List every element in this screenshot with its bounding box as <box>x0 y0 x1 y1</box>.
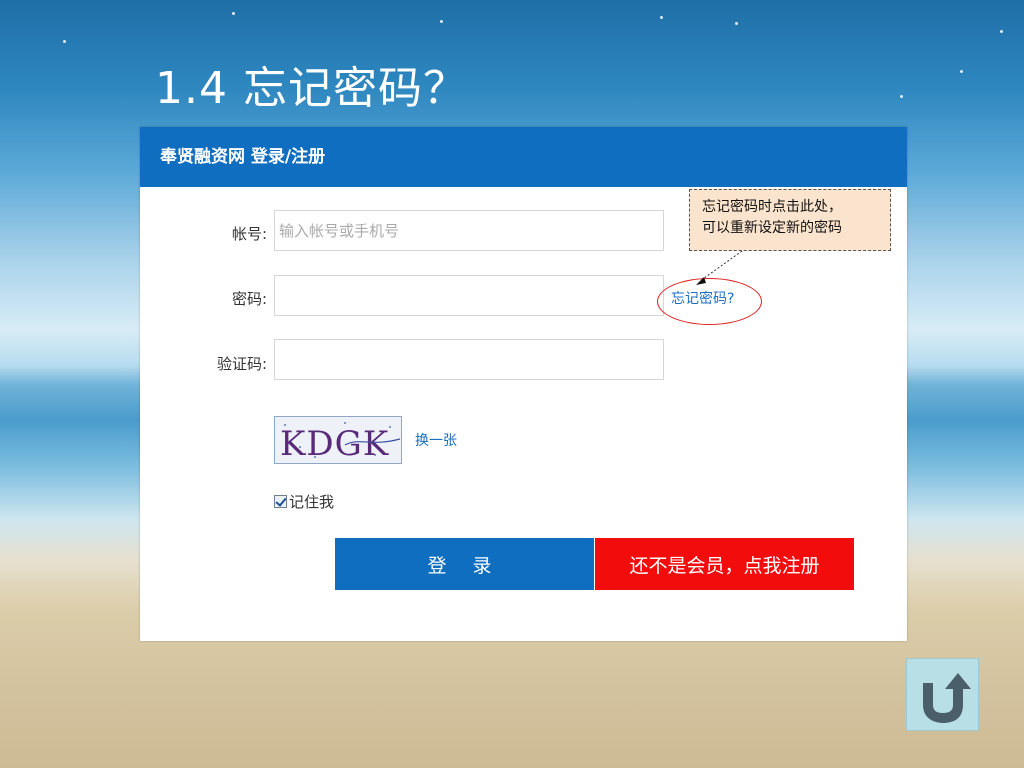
account-label: 帐号: <box>231 225 267 243</box>
star-decoration <box>1000 30 1003 33</box>
callout-line-2: 可以重新设定新的密码 <box>702 220 842 236</box>
star-decoration <box>900 95 903 98</box>
callout-line-1: 忘记密码时点击此处， <box>702 199 842 215</box>
forgot-password-link[interactable]: 忘记密码? <box>671 288 734 308</box>
login-screenshot: 奉贤融资网 登录/注册 帐号: 密码: 验证码: 忘记密码? 忘记密码时点击此处… <box>140 127 907 641</box>
callout-note: 忘记密码时点击此处， 可以重新设定新的密码 <box>689 189 891 251</box>
password-label: 密码: <box>231 290 267 308</box>
star-decoration <box>440 20 443 23</box>
remember-checkbox[interactable] <box>274 495 287 508</box>
star-decoration <box>960 70 963 73</box>
captcha-graphic: KDGK <box>280 422 401 464</box>
return-arrow-icon <box>923 673 971 723</box>
captcha-label: 验证码: <box>216 355 267 373</box>
account-input[interactable] <box>274 210 664 251</box>
captcha-text: KDGK <box>280 424 389 463</box>
captcha-input[interactable] <box>274 339 664 380</box>
star-decoration <box>232 12 235 15</box>
register-button[interactable]: 还不是会员，点我注册 <box>595 538 854 590</box>
star-decoration <box>63 40 66 43</box>
captcha-image[interactable]: KDGK <box>274 416 402 464</box>
password-input[interactable] <box>274 275 664 316</box>
login-button[interactable]: 登 录 <box>335 538 594 590</box>
refresh-captcha-link[interactable]: 换一张 <box>415 430 457 450</box>
remember-label: 记住我 <box>289 493 335 511</box>
remember-me[interactable]: 记住我 <box>274 491 334 512</box>
callout-pointer-arrow <box>696 250 743 285</box>
star-decoration <box>735 22 738 25</box>
slide-title: 1.4 忘记密码？ <box>155 63 468 114</box>
site-header: 奉贤融资网 登录/注册 <box>140 127 907 187</box>
return-button[interactable] <box>906 658 979 731</box>
star-decoration <box>660 16 663 19</box>
